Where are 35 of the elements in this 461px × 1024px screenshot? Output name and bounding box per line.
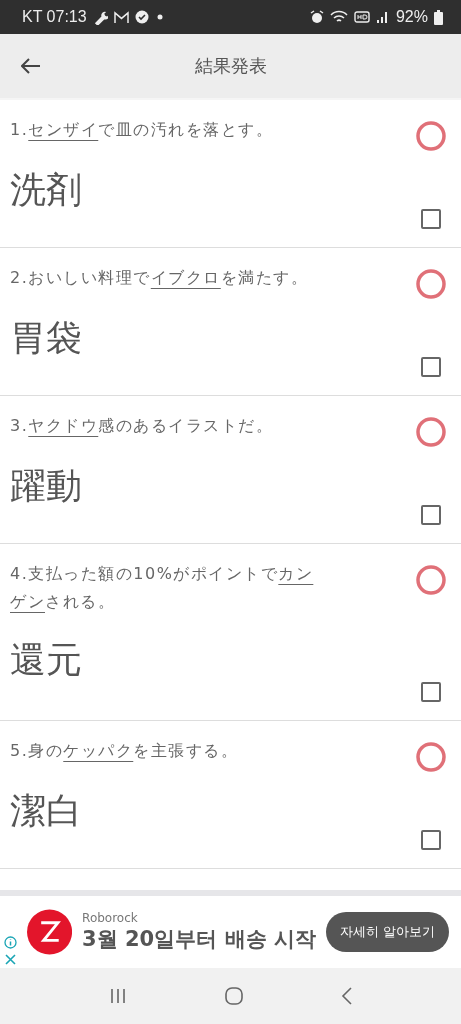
alarm-icon [309,10,324,24]
close-icon[interactable] [4,953,17,966]
answer-text: 胃袋 [10,317,82,358]
checkbox[interactable] [421,357,441,377]
question-text: 1.センザイ で皿の汚れを落とす。 [10,119,275,141]
wifi-icon [329,10,348,24]
answer-text: 洗剤 [10,169,82,210]
back-arrow-icon [21,58,41,74]
home-icon [223,986,244,1006]
signal-icon [375,10,390,24]
info-icon[interactable] [4,936,17,949]
checkbox[interactable] [421,682,441,702]
battery-percent: 92% [395,8,428,26]
hd-icon [353,11,370,23]
verified-icon [134,10,149,24]
ad-headline: 3월 20일부터 배송 시작 [82,926,316,953]
chevron-left-icon [340,986,353,1006]
question-text: 2.おいしい料理でイブクロ を満たす。 [10,267,310,289]
answer-text: 躍動 [10,465,82,506]
advertiser-name: Roborock [82,911,139,925]
wrench-icon [92,9,108,25]
question-text: 4.支払った額の10%がポイントでカンゲン される。 [10,563,315,613]
question-text: 3.ヤクドウ 感のあるイラストだ。 [10,415,275,437]
checkbox[interactable] [421,830,441,850]
carrier-time: KT 07:13 [22,8,87,26]
learn-more-button[interactable]: 자세히 알아보기 [325,912,449,952]
checkbox[interactable] [421,209,441,229]
mail-icon [113,10,129,24]
answer-text: 潔白 [10,790,82,831]
battery-icon [434,9,443,25]
checkbox[interactable] [421,505,441,525]
question-text: 5.身のケッパク を主張する。 [10,740,240,762]
answer-text: 還元 [10,639,82,680]
recent-apps-icon [108,987,127,1005]
screen-title: 結果発表 [194,54,267,78]
